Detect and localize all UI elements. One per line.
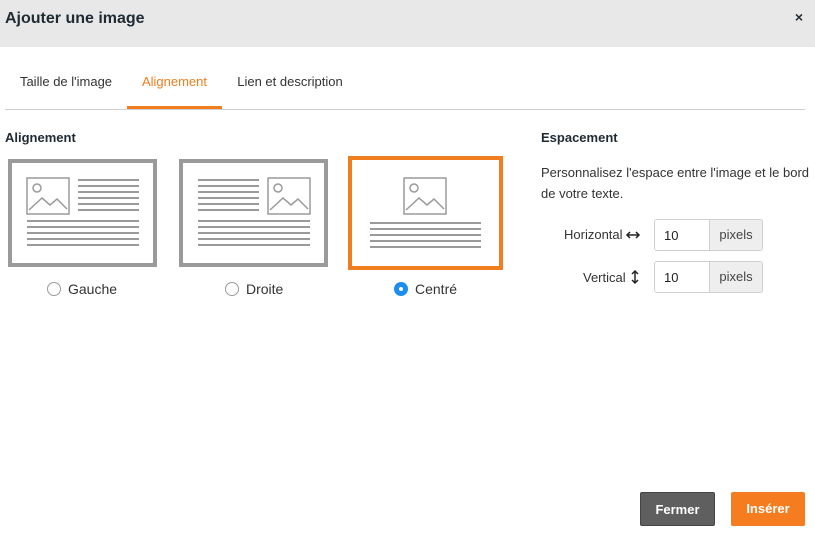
alignment-section-title: Alignement [5,130,76,145]
insert-button[interactable]: Insérer [731,492,805,526]
radio-option-right[interactable]: Droite [225,280,283,298]
align-left-illustration-icon [26,177,139,246]
align-right-preview[interactable] [179,159,328,267]
align-center-illustration-icon [370,177,481,248]
align-left-preview[interactable] [8,159,157,267]
tab-bar: Taille de l'image Alignement Lien et des… [5,62,805,110]
vertical-unit-addon: pixels [710,262,762,292]
radio-option-left[interactable]: Gauche [47,280,117,298]
radio-label-left: Gauche [68,281,118,297]
horizontal-input-group: pixels [654,219,763,251]
vertical-spacing-input[interactable] [655,262,710,292]
tab-image-size[interactable]: Taille de l'image [5,62,127,109]
radio-center[interactable] [394,282,408,296]
vertical-label: Vertical [583,269,626,285]
radio-option-center[interactable]: Centré [394,280,457,298]
horizontal-arrows-icon [625,230,640,239]
dialog-header: Ajouter une image × [0,0,815,47]
align-center-preview[interactable] [348,156,503,270]
spacing-section-title: Espacement [541,130,618,145]
horizontal-label: Horizontal [564,227,623,242]
radio-label-center: Centré [415,281,458,297]
align-right-illustration-icon [198,177,311,246]
dialog-title: Ajouter une image [5,10,145,27]
radio-right[interactable] [225,282,239,296]
horizontal-spacing-input[interactable] [655,220,710,250]
close-button[interactable]: Fermer [640,492,715,526]
radio-label-right: Droite [246,281,284,297]
tab-link-description[interactable]: Lien et description [222,62,358,109]
vertical-arrows-icon [631,269,639,285]
tab-alignment[interactable]: Alignement [127,62,222,109]
horizontal-unit-addon: pixels [710,220,762,250]
vertical-input-group: pixels [654,261,763,293]
spacing-description: Personnalisez l'espace entre l'image et … [541,165,810,201]
close-icon[interactable]: × [792,9,806,25]
vertical-label-row: Vertical [583,269,640,285]
horizontal-label-row: Horizontal [564,227,641,242]
radio-left[interactable] [47,282,61,296]
